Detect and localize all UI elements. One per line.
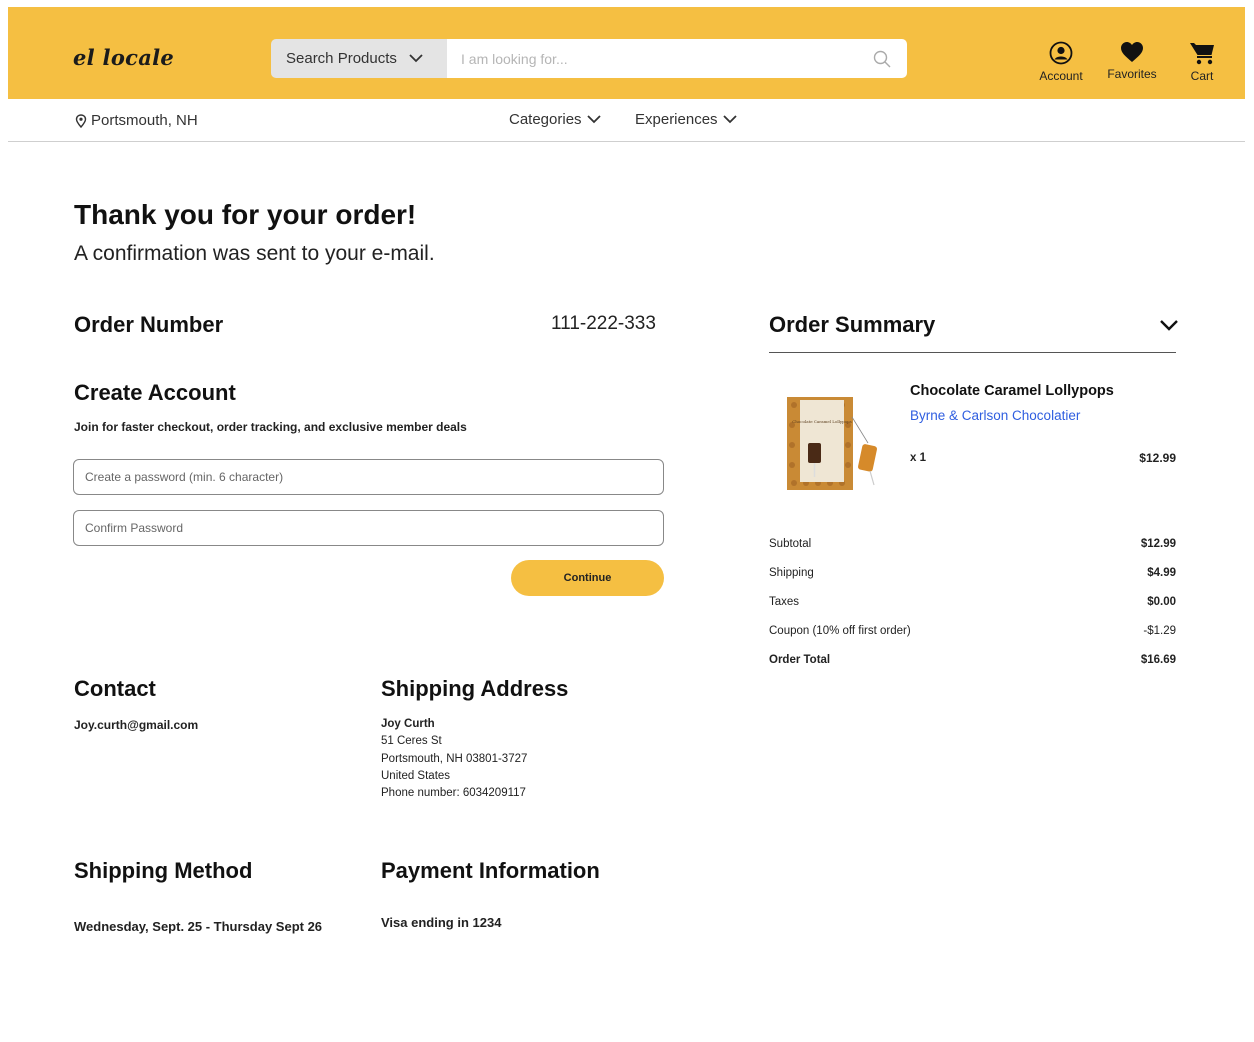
location-pin-icon	[75, 113, 87, 128]
page-title: Thank you for your order!	[74, 199, 417, 230]
shipping-address-block: Joy Curth 51 Ceres St Portsmouth, NH 038…	[381, 716, 527, 802]
location-label: Portsmouth, NH	[91, 112, 198, 129]
totals-value: $12.99	[1140, 538, 1176, 550]
cart-label: Cart	[1190, 69, 1214, 83]
product-price: $12.99	[1139, 451, 1176, 465]
nav-experiences-label: Experiences	[635, 111, 718, 128]
totals-row-order-total: Order Total $16.69	[769, 654, 1176, 670]
search-category-label: Search Products	[286, 50, 397, 67]
confirmation-message: A confirmation was sent to your e-mail.	[74, 242, 435, 265]
totals-value: $4.99	[1147, 567, 1176, 579]
nav-categories-label: Categories	[509, 111, 582, 128]
search-input[interactable]	[447, 39, 857, 78]
chevron-down-icon	[722, 115, 737, 124]
totals-row-coupon: Coupon (10% off first order) -$1.29	[769, 625, 1176, 641]
totals-label: Subtotal	[769, 538, 812, 550]
address-street: 51 Ceres St	[381, 735, 442, 748]
product-box-text: Chocolate Caramel Lollypops	[792, 419, 852, 424]
summary-divider	[769, 352, 1176, 353]
totals-label: Shipping	[769, 567, 814, 579]
totals-value: $0.00	[1147, 596, 1176, 608]
product-name[interactable]: Chocolate Caramel Lollypops	[910, 383, 1114, 399]
address-phone: Phone number: 6034209117	[381, 787, 526, 800]
sub-navigation: Portsmouth, NH Categories Experiences	[8, 99, 1245, 142]
chevron-down-icon	[409, 54, 423, 63]
search-category-dropdown[interactable]: Search Products	[271, 39, 447, 78]
totals-row-taxes: Taxes $0.00	[769, 596, 1176, 612]
contact-heading: Contact	[74, 676, 156, 701]
create-password-input[interactable]	[73, 459, 664, 495]
totals-value: -$1.29	[1143, 625, 1176, 637]
totals-label: Coupon (10% off first order)	[769, 625, 911, 637]
order-number-heading: Order Number	[74, 312, 224, 337]
location-selector[interactable]: Portsmouth, NH	[75, 112, 198, 129]
top-header: el locale Search Products Account Favori…	[8, 7, 1245, 99]
search-bar: Search Products	[271, 39, 907, 78]
product-quantity: x 1	[910, 452, 926, 464]
totals-label: Taxes	[769, 596, 800, 608]
cart-icon	[1190, 43, 1214, 65]
shipping-method-heading: Shipping Method	[74, 858, 253, 883]
account-label: Account	[1039, 69, 1083, 83]
create-account-heading: Create Account	[74, 380, 236, 405]
product-vendor-link[interactable]: Byrne & Carlson Chocolatier	[910, 408, 1080, 423]
order-number-value: 111-222-333	[551, 313, 656, 334]
logo[interactable]: el locale	[73, 45, 174, 70]
totals-row-subtotal: Subtotal $12.99	[769, 538, 1176, 554]
payment-heading: Payment Information	[381, 858, 600, 883]
payment-value: Visa ending in 1234	[381, 915, 502, 930]
recipient-name: Joy Curth	[381, 718, 435, 730]
confirm-password-input[interactable]	[73, 510, 664, 546]
shipping-address-heading: Shipping Address	[381, 676, 569, 701]
totals-label: Order Total	[769, 654, 831, 666]
continue-button[interactable]: Continue	[511, 560, 664, 596]
heart-icon	[1121, 42, 1143, 62]
account-icon	[1049, 41, 1073, 65]
shipping-method-value: Wednesday, Sept. 25 - Thursday Sept 26	[74, 919, 323, 934]
chevron-down-icon[interactable]	[1158, 316, 1180, 334]
product-image: Chocolate Caramel Lollypops	[787, 397, 877, 490]
search-icon	[873, 50, 891, 67]
address-country: United States	[381, 769, 451, 782]
nav-experiences[interactable]: Experiences	[635, 111, 737, 128]
favorites-button[interactable]: Favorites	[1104, 41, 1160, 81]
account-button[interactable]: Account	[1034, 41, 1088, 83]
totals-row-shipping: Shipping $4.99	[769, 567, 1176, 583]
address-city: Portsmouth, NH 03801-3727	[381, 752, 528, 765]
search-button[interactable]	[857, 39, 907, 78]
create-account-description: Join for faster checkout, order tracking…	[74, 420, 467, 434]
favorites-label: Favorites	[1107, 67, 1157, 81]
nav-categories[interactable]: Categories	[509, 111, 601, 128]
contact-email: Joy.curth@gmail.com	[74, 718, 199, 732]
order-summary-heading: Order Summary	[769, 312, 936, 337]
cart-button[interactable]: Cart	[1182, 41, 1222, 83]
totals-value: $16.69	[1140, 654, 1176, 666]
chevron-down-icon	[586, 115, 601, 124]
